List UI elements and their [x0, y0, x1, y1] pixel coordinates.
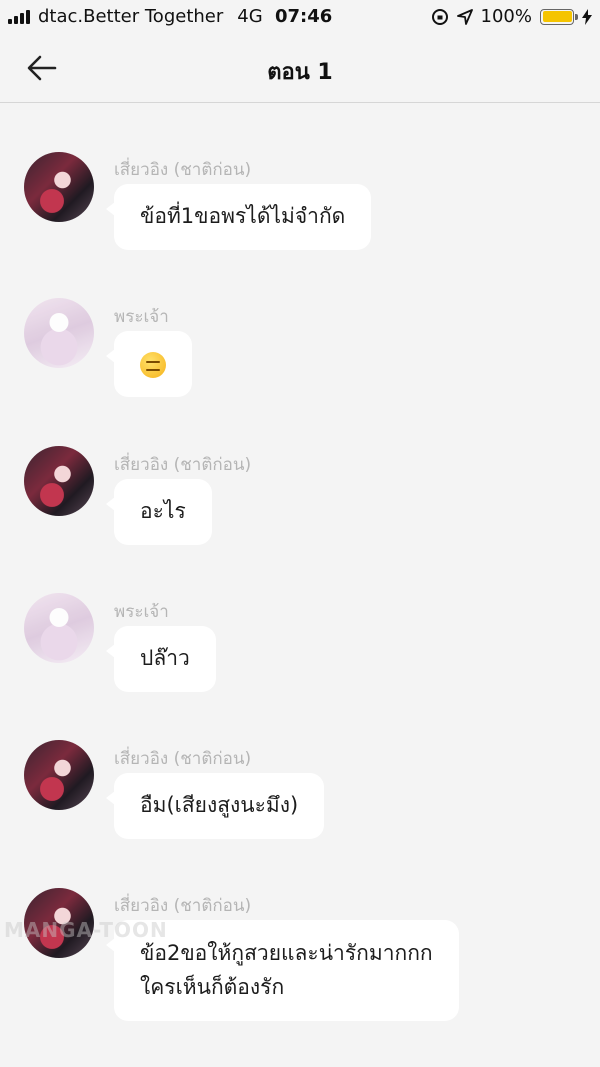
status-left: dtac.Better Together 4G: [8, 6, 263, 27]
sender-name: เสี่ยวอิง (ชาติก่อน): [114, 749, 252, 769]
watermark: MANGA-TOON: [4, 918, 168, 942]
message-text: ปล๊าว: [140, 646, 190, 670]
sender-name: เสี่ยวอิง (ชาติก่อน): [114, 160, 252, 180]
signal-icon: [8, 9, 30, 24]
avatar[interactable]: [24, 298, 94, 368]
page-title: ตอน 1: [267, 60, 333, 85]
sender-name: พระเจ้า: [114, 602, 169, 622]
sender-name: เสี่ยวอิง (ชาติก่อน): [114, 896, 252, 916]
avatar[interactable]: [24, 152, 94, 222]
sender-name: พระเจ้า: [114, 307, 169, 327]
status-bar: dtac.Better Together 4G 07:46 100%: [0, 0, 600, 34]
clock: 07:46: [275, 6, 333, 27]
avatar[interactable]: [24, 446, 94, 516]
charging-icon: [582, 8, 592, 25]
message-bubble[interactable]: อะไร: [106, 479, 212, 545]
avatar[interactable]: [24, 593, 94, 663]
battery-icon: [540, 8, 578, 25]
message-bubble[interactable]: อืม(เสียงสูงนะมึง): [105, 773, 325, 839]
carrier-label: dtac.Better Together: [38, 6, 224, 27]
battery-percent: 100%: [480, 6, 532, 27]
message-text: ข้อที่1ขอพรได้ไม่จำกัด: [140, 204, 346, 228]
location-icon: [456, 8, 473, 25]
expressionless-face-emoji: [140, 352, 166, 378]
message-bubble[interactable]: ปล๊าว: [106, 626, 216, 692]
sender-name: เสี่ยวอิง (ชาติก่อน): [114, 455, 252, 475]
message-text-line-2: ใครเห็นก็ต้องรัก: [140, 975, 285, 999]
message-text: อืม(เสียงสูงนะมึง): [140, 793, 299, 817]
message-text: อะไร: [140, 499, 186, 523]
avatar[interactable]: [24, 740, 94, 810]
orientation-lock-icon: [431, 8, 448, 25]
message-bubble[interactable]: [106, 331, 192, 397]
status-right: 100%: [431, 6, 592, 27]
nav-bar: ตอน 1: [0, 34, 600, 103]
message-text-line-1: ข้อ2ขอให้กูสวยและน่ารักมากกก: [140, 941, 433, 965]
message-bubble[interactable]: ข้อที่1ขอพรได้ไม่จำกัด: [105, 184, 372, 250]
network-label: 4G: [237, 6, 263, 27]
